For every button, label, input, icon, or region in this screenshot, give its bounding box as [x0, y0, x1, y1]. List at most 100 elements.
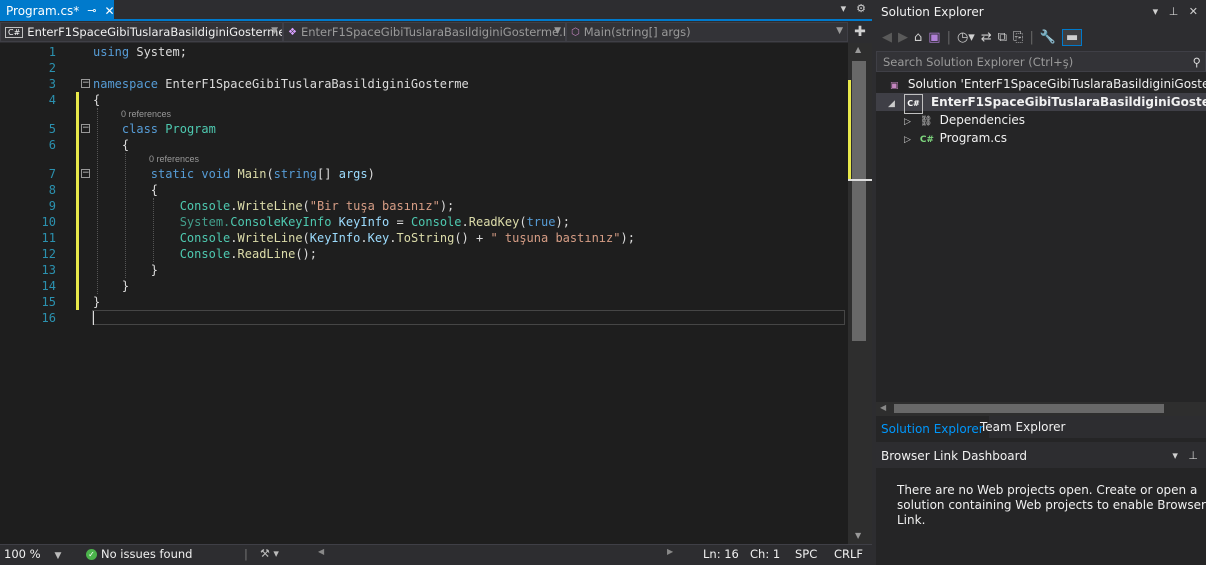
code-line: Console.WriteLine(KeyInfo.Key.ToString()…: [179, 231, 635, 245]
divider: |: [244, 547, 248, 561]
scroll-down-icon[interactable]: ▼: [855, 531, 861, 540]
scrollbar-thumb[interactable]: [894, 404, 1164, 413]
scroll-right-icon[interactable]: ▶: [667, 547, 673, 556]
browser-link-title-bar: Browser Link Dashboard ▾ ⊥: [876, 444, 1206, 468]
project-dropdown-label: EnterF1SpaceGibiTuslaraBasildiginiGoster…: [27, 25, 283, 39]
column-indicator[interactable]: Ch: 1: [750, 547, 780, 561]
line-number-gutter: 1 2 3 4 5 6 7 8 9 10 11 12 13 14 15 16: [0, 43, 58, 544]
scroll-left-icon[interactable]: ◀: [318, 547, 324, 556]
class-dropdown[interactable]: ❖ EnterF1SpaceGibiTuslaraBasildiginiGost…: [283, 22, 566, 42]
pending-changes-icon[interactable]: ◷▾: [957, 30, 975, 45]
collapse-icon[interactable]: −: [81, 169, 90, 178]
collapse-icon[interactable]: −: [81, 124, 90, 133]
code-editor[interactable]: 1 2 3 4 5 6 7 8 9 10 11 12 13 14 15 16 −…: [0, 43, 848, 544]
collapse-icon[interactable]: −: [81, 79, 90, 88]
line-number: 14: [41, 279, 56, 293]
codelens-references[interactable]: 0 references: [121, 109, 171, 119]
issues-label: No issues found: [101, 547, 193, 561]
brush-icon[interactable]: ⚒ ▾: [260, 547, 279, 560]
line-number: 8: [48, 183, 56, 197]
sync-icon[interactable]: ⇄: [981, 30, 992, 45]
current-line-highlight: [92, 310, 845, 325]
back-icon[interactable]: ◀: [882, 30, 892, 45]
solution-explorer-toolbar: ◀ ▶ ⌂ ▣ | ◷▾ ⇄ ⧉ ⎘ | 🔧 ▬: [876, 24, 1206, 51]
line-indicator[interactable]: Ln: 16: [703, 547, 739, 561]
separator: |: [1029, 30, 1034, 45]
tree-item-label: Program.cs: [939, 131, 1007, 145]
home-icon[interactable]: ⌂: [914, 30, 922, 45]
tree-item-dependencies[interactable]: ▷ ⛓ Dependencies: [876, 111, 1206, 129]
search-placeholder: Search Solution Explorer (Ctrl+ş): [883, 55, 1074, 69]
code-line: Console.WriteLine("Bir tuşa basınız");: [179, 199, 455, 213]
vertical-scrollbar[interactable]: ▲ ▼: [848, 43, 872, 544]
split-window-icon[interactable]: ✚: [848, 22, 872, 43]
chevron-down-icon[interactable]: ▾: [1153, 5, 1159, 18]
panel-controls: ▾ ⊥ ✕: [1153, 0, 1198, 24]
zoom-dropdown[interactable]: 100 % ▼: [4, 547, 61, 561]
search-icon[interactable]: ⚲: [1193, 52, 1201, 73]
code-line: System.ConsoleKeyInfo KeyInfo = Console.…: [179, 215, 570, 229]
tab-solution-explorer[interactable]: Solution Explorer: [876, 416, 989, 438]
close-icon[interactable]: ✕: [105, 4, 115, 18]
close-icon[interactable]: ✕: [1189, 5, 1198, 18]
whitespace-indicator[interactable]: SPC: [795, 547, 817, 561]
csharp-project-icon: C#: [5, 26, 24, 38]
issues-indicator[interactable]: ✓ No issues found: [86, 547, 192, 561]
scroll-left-icon[interactable]: ◀: [880, 403, 886, 412]
change-indicator: [76, 92, 79, 310]
project-dropdown[interactable]: C# EnterF1SpaceGibiTuslaraBasildiginiGos…: [0, 22, 283, 42]
code-line: }: [93, 295, 101, 309]
line-number: 7: [48, 167, 56, 181]
switch-views-icon[interactable]: ▣: [928, 30, 940, 45]
chevron-down-icon[interactable]: ▾: [1172, 449, 1178, 462]
gear-icon[interactable]: ⚙: [856, 2, 866, 15]
forward-icon[interactable]: ▶: [898, 30, 908, 45]
tree-item-solution[interactable]: ▣ Solution 'EnterF1SpaceGibiTuslaraBasil…: [876, 75, 1206, 93]
scroll-up-icon[interactable]: ▲: [855, 45, 861, 54]
line-number: 1: [48, 45, 56, 59]
line-number: 2: [48, 61, 56, 75]
search-input[interactable]: Search Solution Explorer (Ctrl+ş) ⚲: [876, 51, 1206, 72]
line-number: 16: [41, 311, 56, 325]
document-tab-bar: Program.cs* ⊸ ✕ ▾ ⚙: [0, 0, 872, 21]
horizontal-scrollbar[interactable]: ◀: [876, 402, 1206, 416]
browser-link-message: There are no Web projects open. Create o…: [897, 483, 1206, 527]
zoom-value: 100 %: [4, 547, 41, 561]
caret-position-marker: [848, 179, 872, 181]
text-cursor: [93, 311, 94, 325]
solution-explorer-title-bar: Solution Explorer ▾ ⊥ ✕: [876, 0, 1206, 24]
tree-item-program-cs[interactable]: ▷ C# Program.cs: [876, 129, 1206, 147]
code-line: {: [93, 183, 159, 197]
tab-program-cs[interactable]: Program.cs* ⊸ ✕: [0, 0, 115, 21]
code-line: }: [93, 263, 159, 277]
pin-icon[interactable]: ⊥: [1169, 5, 1179, 18]
tab-title: Program.cs*: [6, 3, 80, 18]
code-line: {: [93, 138, 130, 152]
separator: |: [946, 30, 951, 45]
tool-window-tabs: Solution Explorer Team Explorer: [876, 416, 1206, 438]
line-ending-indicator[interactable]: CRLF: [834, 547, 863, 561]
member-dropdown-label: Main(string[] args): [583, 25, 691, 39]
chevron-down-icon[interactable]: ▾: [841, 2, 847, 15]
member-dropdown[interactable]: ⬡ Main(string[] args) ▼: [566, 22, 848, 42]
scrollbar-thumb[interactable]: [852, 61, 866, 341]
panel-controls: ▾ ⊥: [1172, 444, 1198, 468]
line-number: 9: [48, 199, 56, 213]
chevron-down-icon: ▼: [54, 551, 62, 561]
line-number: 12: [41, 247, 56, 261]
chevron-down-icon: ▼: [554, 26, 561, 36]
class-dropdown-label: EnterF1SpaceGibiTuslaraBasildiginiGoster…: [300, 25, 566, 39]
collapse-all-icon[interactable]: ⧉: [998, 30, 1007, 45]
pin-icon[interactable]: ⊥: [1188, 449, 1198, 462]
line-number: 13: [41, 263, 56, 277]
tree-item-project[interactable]: ◢ C# EnterF1SpaceGibiTuslaraBasildiginiG…: [876, 93, 1206, 114]
tab-team-explorer[interactable]: Team Explorer: [980, 416, 1066, 438]
collapsed-icon[interactable]: ▷: [904, 131, 916, 149]
change-map: [848, 80, 851, 180]
class-icon: ❖: [288, 26, 297, 38]
properties-icon[interactable]: 🔧: [1040, 30, 1056, 45]
preview-icon[interactable]: ▬: [1062, 29, 1083, 46]
pin-icon[interactable]: ⊸: [87, 4, 96, 17]
show-all-files-icon[interactable]: ⎘: [1013, 30, 1023, 45]
codelens-references[interactable]: 0 references: [149, 154, 199, 164]
